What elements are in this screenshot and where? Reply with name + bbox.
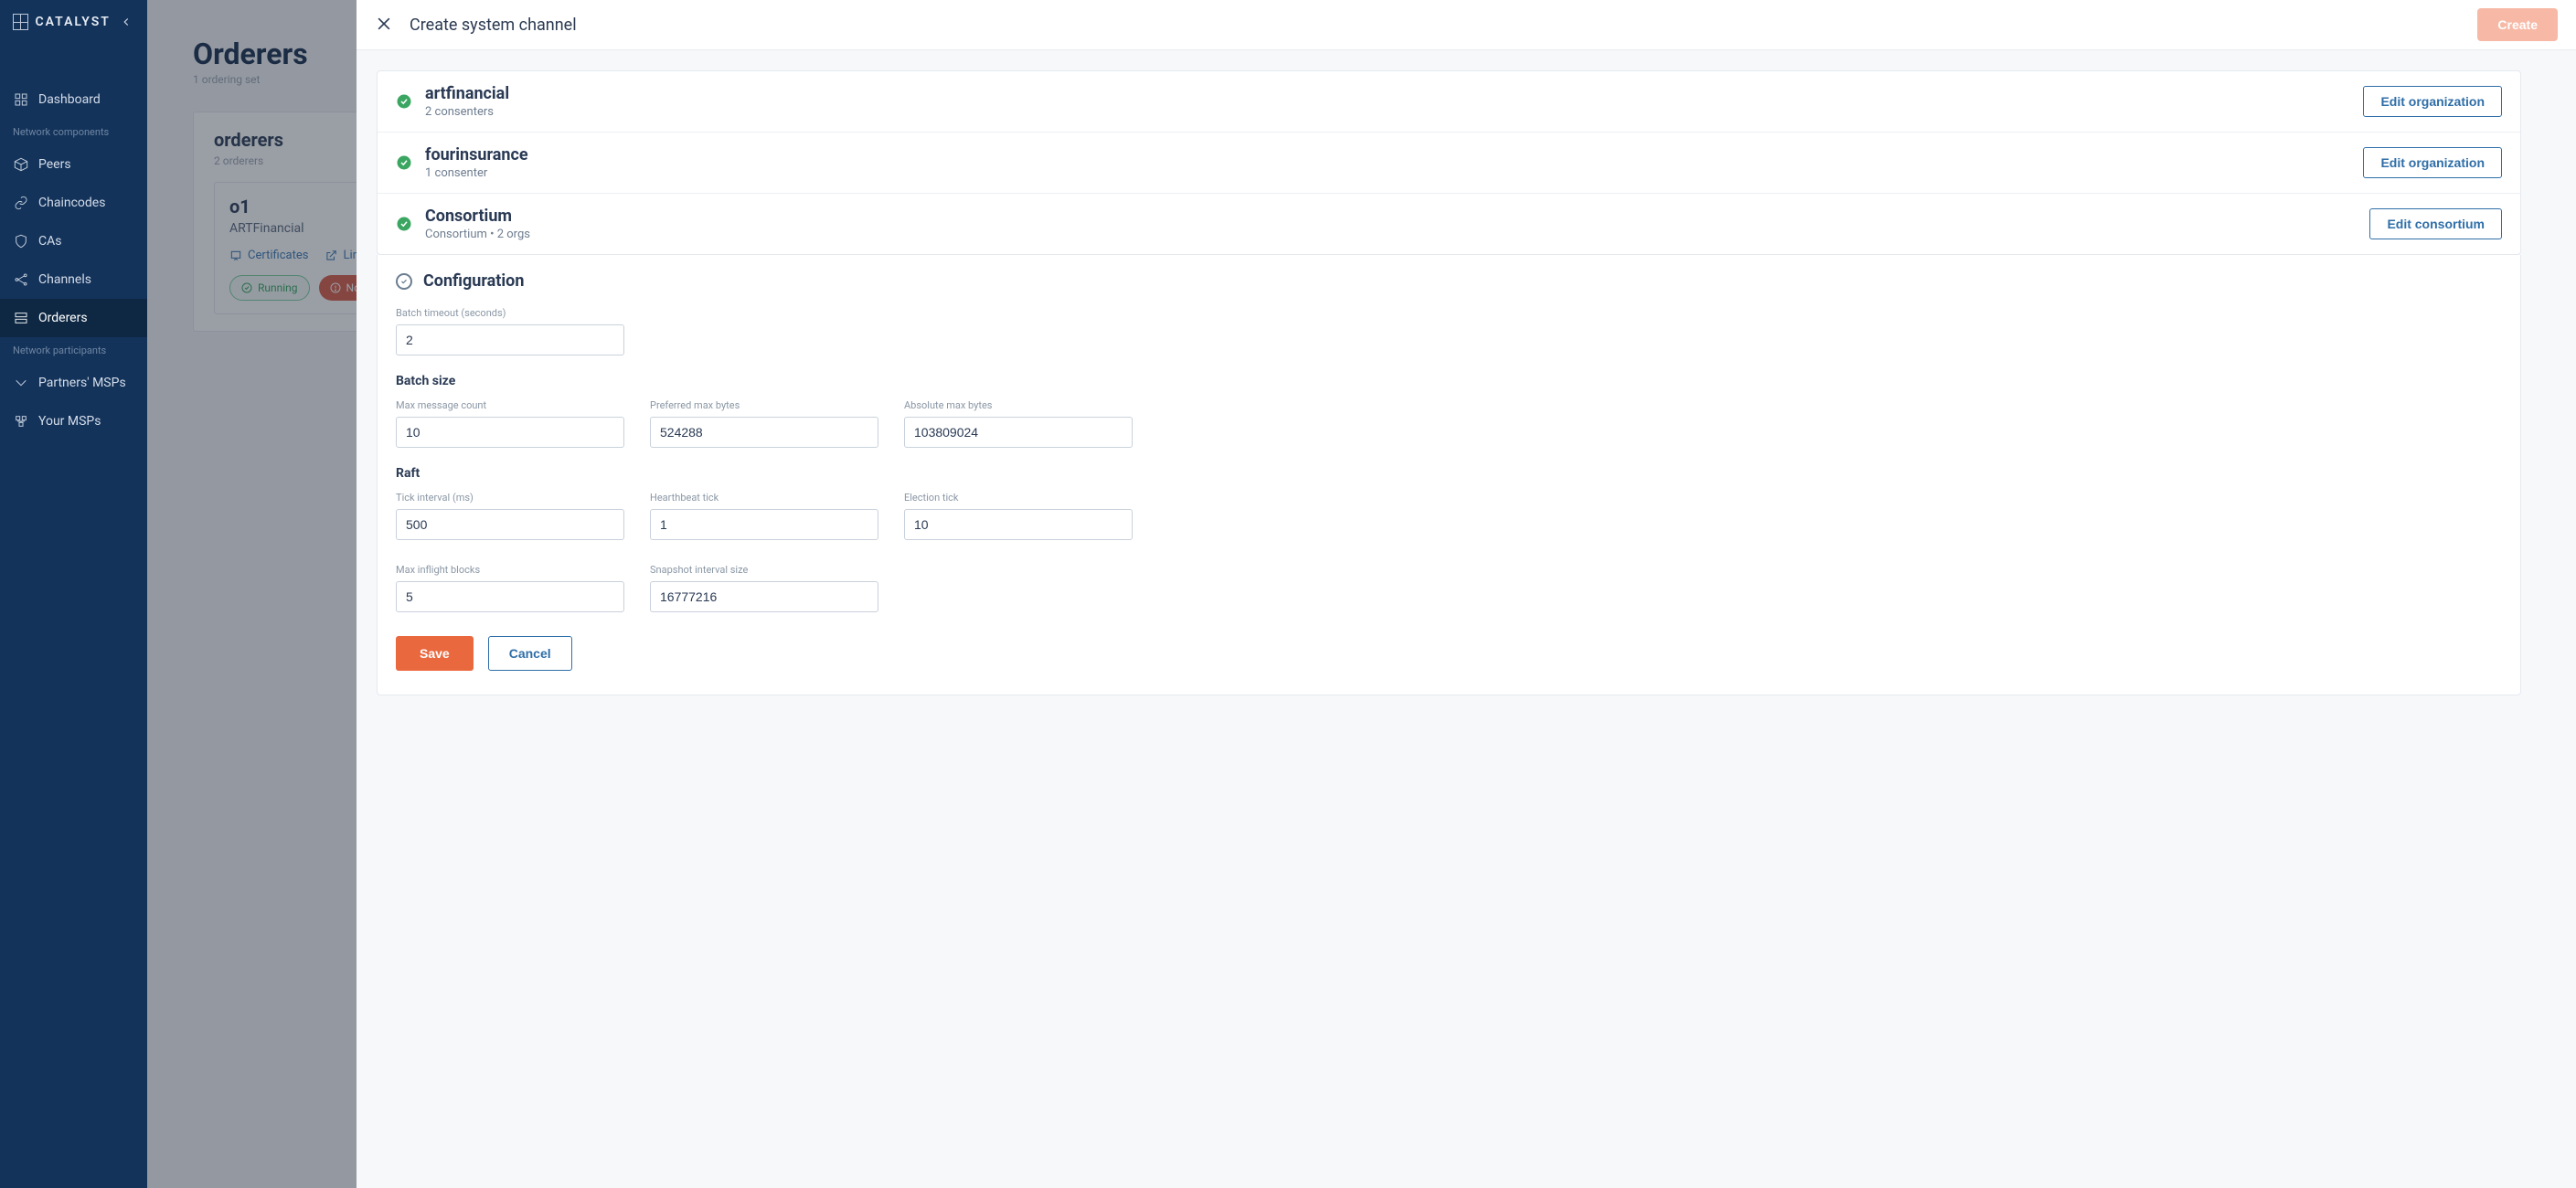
snapshot-interval-size-input[interactable] [650, 581, 878, 612]
sidebar-section-components: Network components [0, 119, 147, 145]
org-icon [13, 413, 29, 430]
sidebar-item-dashboard[interactable]: Dashboard [0, 80, 147, 119]
row-subtitle: 2 consenters [425, 105, 509, 119]
row-subtitle: 1 consenter [425, 166, 528, 180]
sidebar-item-label: CAs [38, 234, 61, 249]
create-system-channel-panel: Create system channel Create artfinancia… [357, 0, 2576, 1188]
sidebar-item-label: Channels [38, 272, 91, 287]
row-title: fourinsurance [425, 145, 528, 164]
edit-consortium-button[interactable]: Edit consortium [2369, 208, 2502, 239]
preferred-max-bytes-input[interactable] [650, 417, 878, 448]
consortium-row: Consortium Consortium • 2 orgs Edit cons… [378, 194, 2520, 254]
link-icon [13, 195, 29, 211]
check-circle-icon [396, 154, 412, 171]
sidebar-item-peers[interactable]: Peers [0, 145, 147, 184]
row-subtitle: Consortium • 2 orgs [425, 228, 530, 241]
snapshot-interval-size-label: Snapshot interval size [650, 564, 878, 576]
brand-logo-icon [13, 14, 28, 30]
close-button[interactable] [375, 15, 395, 35]
cube-icon [13, 156, 29, 173]
sidebar-item-label: Dashboard [38, 92, 101, 107]
sidebar-item-your-msps[interactable]: Your MSPs [0, 402, 147, 440]
configuration-heading: Configuration [423, 271, 524, 291]
panel-title: Create system channel [410, 16, 577, 35]
sidebar-item-channels[interactable]: Channels [0, 260, 147, 299]
tick-interval-input[interactable] [396, 509, 624, 540]
sidebar-item-label: Partners' MSPs [38, 376, 126, 390]
max-inflight-blocks-input[interactable] [396, 581, 624, 612]
sidebar-section-participants: Network participants [0, 337, 147, 364]
max-message-count-label: Max message count [396, 399, 624, 411]
brand-row: CATALYST [0, 0, 147, 44]
create-button[interactable]: Create [2477, 8, 2558, 41]
sidebar-item-chaincodes[interactable]: Chaincodes [0, 184, 147, 222]
row-title: artfinancial [425, 84, 509, 103]
sidebar-item-label: Your MSPs [38, 414, 101, 429]
sidebar-item-orderers[interactable]: Orderers [0, 299, 147, 337]
heartbeat-tick-input[interactable] [650, 509, 878, 540]
progress-ring-icon [396, 273, 412, 290]
absolute-max-bytes-input[interactable] [904, 417, 1133, 448]
election-tick-label: Election tick [904, 492, 1133, 504]
edit-organization-button[interactable]: Edit organization [2363, 147, 2502, 178]
brand-name: CATALYST [36, 15, 111, 29]
panel-body: artfinancial 2 consenters Edit organizat… [357, 50, 2576, 1188]
orderers-icon [13, 310, 29, 326]
save-button[interactable]: Save [396, 636, 474, 671]
election-tick-input[interactable] [904, 509, 1133, 540]
edit-organization-button[interactable]: Edit organization [2363, 86, 2502, 117]
sidebar-item-label: Chaincodes [38, 196, 105, 210]
row-title: Consortium [425, 207, 530, 226]
heartbeat-tick-label: Hearthbeat tick [650, 492, 878, 504]
handshake-icon [13, 375, 29, 391]
raft-heading: Raft [396, 466, 2502, 481]
org-row-fourinsurance: fourinsurance 1 consenter Edit organizat… [378, 133, 2520, 194]
sidebar-collapse-button[interactable] [118, 13, 134, 31]
panel-header: Create system channel Create [357, 0, 2576, 50]
batch-timeout-label: Batch timeout (seconds) [396, 307, 2502, 319]
close-icon [375, 15, 393, 33]
batch-timeout-input[interactable] [396, 324, 624, 355]
sidebar-item-label: Orderers [38, 311, 88, 325]
configuration-section: Configuration Batch timeout (seconds) Ba… [377, 255, 2521, 695]
tick-interval-label: Tick interval (ms) [396, 492, 624, 504]
cancel-button[interactable]: Cancel [488, 636, 572, 671]
preferred-max-bytes-label: Preferred max bytes [650, 399, 878, 411]
sidebar: CATALYST Dashboard Network components Pe… [0, 0, 147, 1188]
sidebar-item-partners-msps[interactable]: Partners' MSPs [0, 364, 147, 402]
shield-icon [13, 233, 29, 249]
sidebar-item-cas[interactable]: CAs [0, 222, 147, 260]
sidebar-item-label: Peers [38, 157, 71, 172]
check-circle-icon [396, 93, 412, 110]
sections-list: artfinancial 2 consenters Edit organizat… [377, 70, 2521, 255]
network-icon [13, 271, 29, 288]
max-inflight-blocks-label: Max inflight blocks [396, 564, 624, 576]
dashboard-icon [13, 91, 29, 108]
absolute-max-bytes-label: Absolute max bytes [904, 399, 1133, 411]
max-message-count-input[interactable] [396, 417, 624, 448]
org-row-artfinancial: artfinancial 2 consenters Edit organizat… [378, 71, 2520, 133]
check-circle-icon [396, 216, 412, 232]
batch-size-heading: Batch size [396, 374, 2502, 388]
